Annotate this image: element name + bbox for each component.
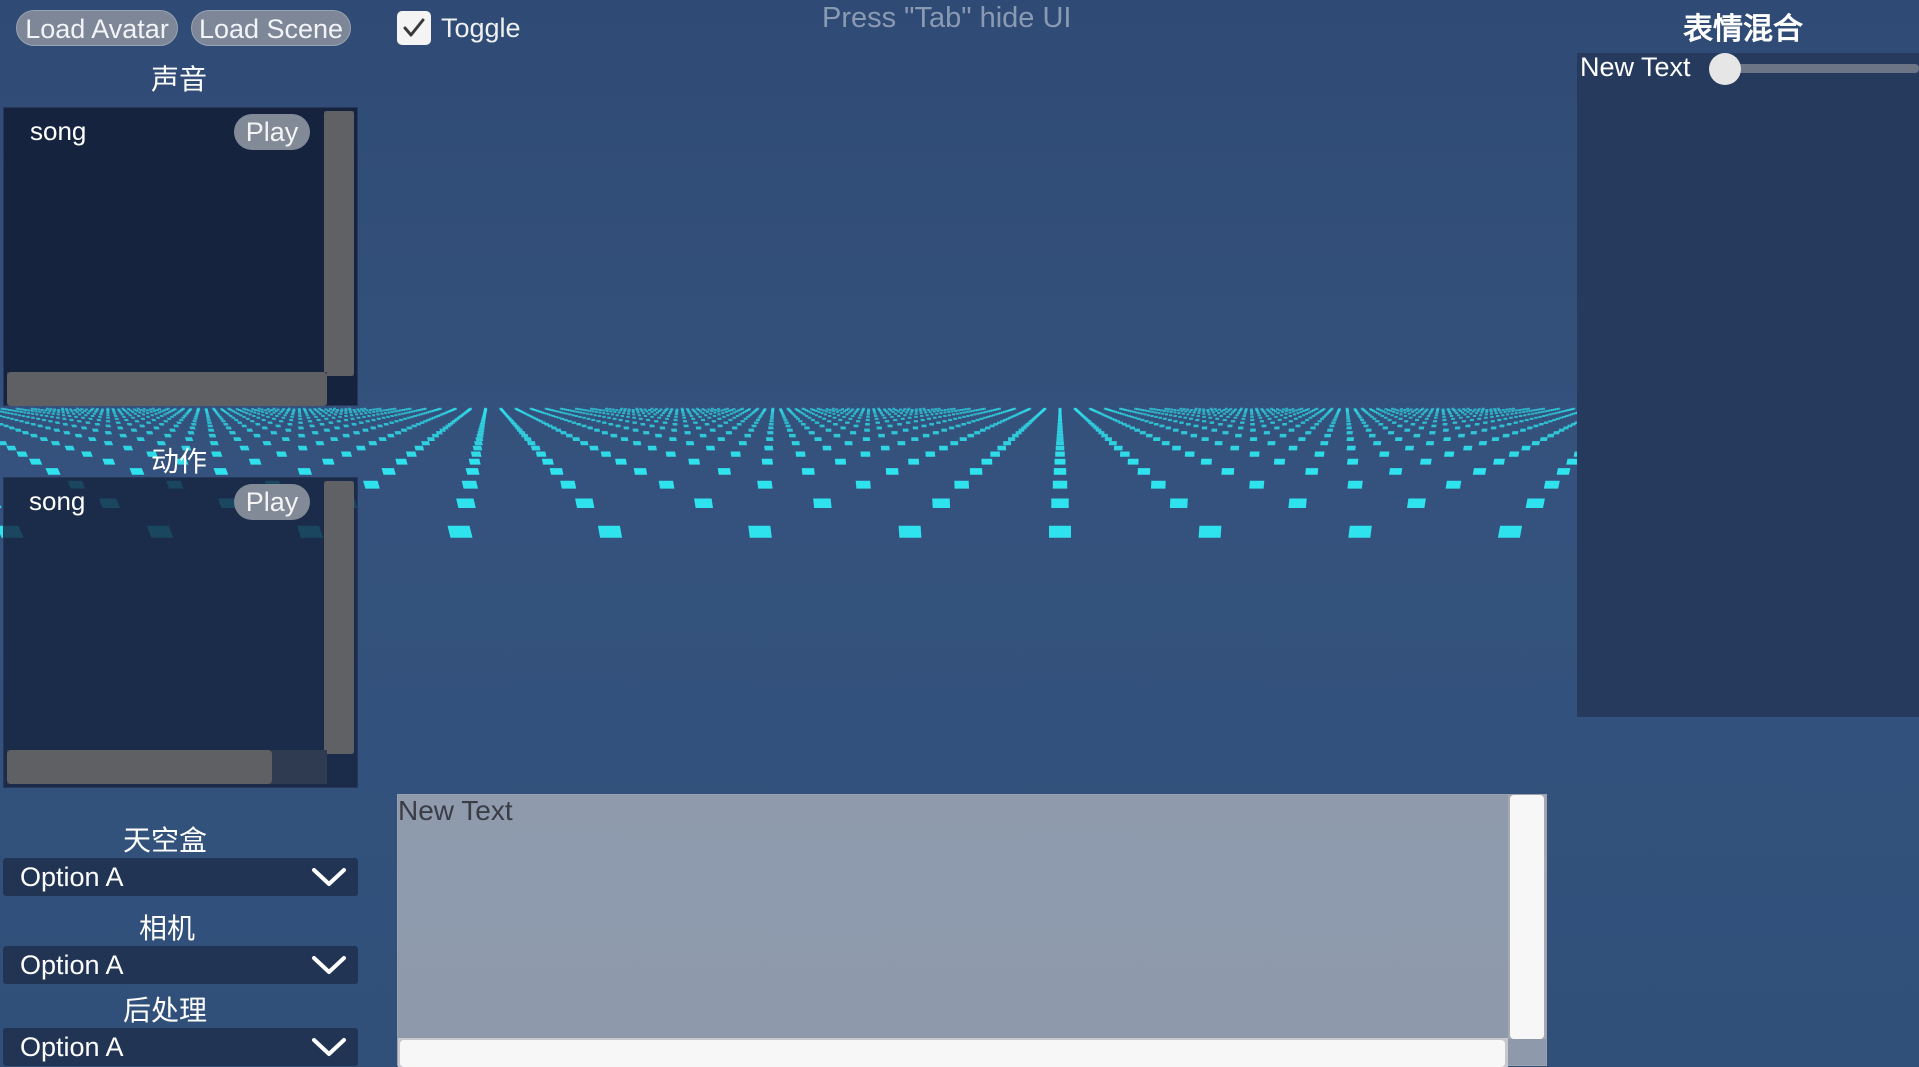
text-output-label: New Text — [398, 795, 513, 826]
chevron-down-icon — [312, 956, 346, 974]
expression-blend-title: 表情混合 — [1683, 13, 1803, 46]
text-output-vertical-scrollbar[interactable] — [1508, 795, 1546, 1039]
expression-blend-panel — [1577, 53, 1919, 717]
blend-slider-handle[interactable] — [1709, 53, 1741, 85]
skybox-dropdown-value: Option A — [20, 862, 124, 892]
sound-horizontal-scroll-thumb[interactable] — [7, 372, 327, 406]
motion-play-button[interactable]: Play — [234, 484, 310, 520]
text-output-area[interactable]: New Text — [397, 794, 1547, 1067]
load-avatar-button[interactable]: Load Avatar — [16, 10, 178, 46]
sound-horizontal-scrollbar[interactable] — [7, 372, 327, 406]
motion-title: 动作 — [151, 446, 208, 477]
motion-vertical-scroll-thumb[interactable] — [324, 481, 354, 754]
text-output-vertical-scroll-thumb[interactable] — [1510, 795, 1544, 1039]
blend-row-label: New Text — [1580, 52, 1691, 82]
blend-slider-track[interactable] — [1730, 64, 1919, 73]
camera-title: 相机 — [139, 913, 196, 944]
checkmark-icon — [403, 18, 425, 37]
postprocess-dropdown-value: Option A — [20, 1032, 124, 1062]
skybox-title: 天空盒 — [123, 825, 208, 856]
motion-item-name: song — [29, 486, 86, 516]
toggle-label: Toggle — [441, 12, 521, 43]
chevron-down-icon — [312, 868, 346, 886]
sound-vertical-scroll-thumb[interactable] — [324, 111, 354, 376]
sound-play-button[interactable]: Play — [234, 114, 310, 150]
chevron-down-icon — [312, 1038, 346, 1056]
motion-horizontal-scroll-thumb[interactable] — [7, 750, 272, 784]
sound-title: 声音 — [151, 64, 208, 95]
sound-item-name: song — [30, 116, 87, 146]
motion-vertical-scrollbar[interactable] — [324, 481, 354, 754]
toggle[interactable]: Toggle — [397, 10, 521, 46]
skybox-dropdown[interactable]: Option A — [3, 858, 358, 896]
text-output-horizontal-scrollbar[interactable] — [398, 1038, 1508, 1067]
hide-ui-hint: Press "Tab" hide UI — [822, 2, 1072, 34]
motion-list-panel: song Play — [3, 477, 358, 788]
camera-dropdown-value: Option A — [20, 950, 124, 980]
postprocess-title: 后处理 — [123, 995, 208, 1026]
text-output-horizontal-scroll-thumb[interactable] — [400, 1040, 1505, 1067]
motion-horizontal-scrollbar[interactable] — [7, 750, 327, 784]
sound-vertical-scrollbar[interactable] — [324, 111, 354, 376]
load-scene-button[interactable]: Load Scene — [191, 10, 351, 46]
postprocess-dropdown[interactable]: Option A — [3, 1028, 358, 1066]
sound-list-panel: song Play — [3, 107, 358, 406]
camera-dropdown[interactable]: Option A — [3, 946, 358, 984]
toggle-checkbox[interactable] — [397, 11, 431, 45]
